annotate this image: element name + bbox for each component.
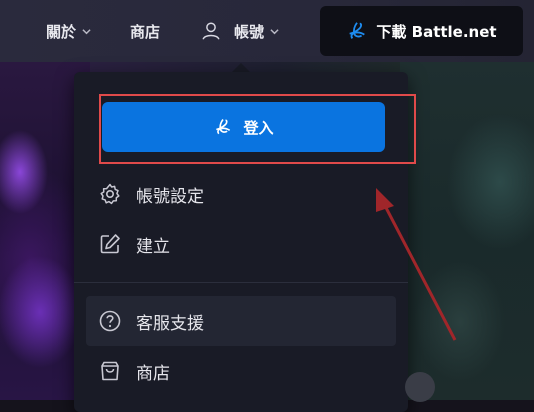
- menu-item-label: 建立: [136, 236, 170, 257]
- gear-icon: [100, 183, 120, 205]
- top-navigation-bar: 關於 商店 帳號 下載 Battle.net: [0, 0, 534, 62]
- nav-shop-link[interactable]: 商店: [130, 21, 160, 41]
- nav-shop-label: 商店: [130, 22, 161, 41]
- download-battlenet-button[interactable]: 下載 Battle.net: [320, 6, 523, 56]
- edit-icon: [100, 234, 120, 254]
- menu-item-label: 商店: [136, 363, 170, 384]
- nav-about-menu[interactable]: 關於: [46, 21, 91, 41]
- shopping-bag-icon: [101, 361, 119, 381]
- nav-account-label: 帳號: [234, 22, 265, 41]
- download-button-label: 下載 Battle.net: [376, 22, 497, 41]
- nav-account-menu[interactable]: 帳號: [200, 21, 279, 41]
- menu-item-account-settings[interactable]: 帳號設定: [86, 169, 396, 219]
- battlenet-logo-icon: [349, 22, 366, 39]
- dropdown-caret: [232, 63, 250, 72]
- nav-about-label: 關於: [46, 22, 77, 41]
- menu-item-create[interactable]: 建立: [86, 219, 396, 269]
- menu-item-shop[interactable]: 商店: [86, 346, 396, 396]
- user-icon: [202, 22, 220, 40]
- annotation-arrow: [376, 188, 457, 341]
- annotation-highlight-box: [99, 94, 416, 164]
- menu-item-customer-support[interactable]: 客服支援: [86, 296, 396, 346]
- menu-divider: [74, 282, 408, 283]
- scroll-button[interactable]: [405, 372, 435, 402]
- help-icon: [99, 310, 121, 332]
- menu-item-label: 客服支援: [136, 313, 204, 334]
- menu-item-label: 帳號設定: [136, 186, 204, 207]
- chevron-down-icon: [82, 28, 91, 34]
- chevron-down-icon: [270, 28, 279, 34]
